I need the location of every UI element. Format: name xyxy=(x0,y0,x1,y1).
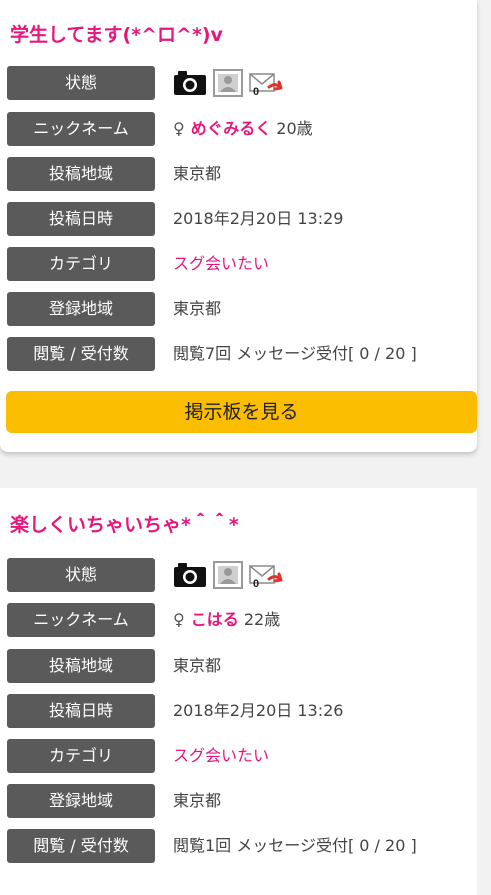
views-row: 閲覧 / 受付数 閲覧1回 メッセージ受付[ 0 / 20 ] xyxy=(7,829,477,863)
category-row: カテゴリ スグ会いたい xyxy=(7,247,477,281)
status-row: 状態 0 xyxy=(7,66,477,100)
registered-area-row: 登録地域 東京都 xyxy=(7,784,477,818)
post-date-row: 投稿日時 2018年2月20日 13:26 xyxy=(7,694,477,728)
status-icons: 0 xyxy=(173,558,283,592)
category-link[interactable]: スグ会いたい xyxy=(173,247,269,281)
nickname-value: ♀ こはる 22歳 xyxy=(173,603,280,637)
post-date-value: 2018年2月20日 13:26 xyxy=(173,701,344,720)
mail-reply-icon: 0 xyxy=(249,73,283,97)
category-label: カテゴリ xyxy=(7,247,155,281)
female-icon: ♀ xyxy=(173,610,185,629)
views-value: 閲覧7回 メッセージ受付[ 0 / 20 ] xyxy=(173,344,417,363)
camera-icon xyxy=(174,71,206,95)
status-label: 状態 xyxy=(7,66,155,100)
nickname-label: ニックネーム xyxy=(7,603,155,637)
nickname-row: ニックネーム ♀ めぐみるく 20歳 xyxy=(7,112,477,146)
age: 22歳 xyxy=(243,610,281,629)
post-area-value: 東京都 xyxy=(173,164,222,183)
mail-count: 0 xyxy=(253,86,259,97)
profile-photo-icon xyxy=(213,561,243,589)
views-value: 閲覧1回 メッセージ受付[ 0 / 20 ] xyxy=(173,836,417,855)
post-area-row: 投稿地域 東京都 xyxy=(7,157,477,191)
post-area-value: 東京都 xyxy=(173,656,222,675)
views-row: 閲覧 / 受付数 閲覧7回 メッセージ受付[ 0 / 20 ] xyxy=(7,337,477,371)
view-board-button[interactable]: 掲示板を見る xyxy=(6,391,477,433)
status-label: 状態 xyxy=(7,558,155,592)
post-card: 楽しくいちゃいちゃ*＾＾* 状態 0 ニックネーム ♀ こはる 22歳 投稿地域… xyxy=(0,488,477,895)
status-icons: 0 xyxy=(173,66,283,100)
views-label: 閲覧 / 受付数 xyxy=(7,829,155,863)
post-title[interactable]: 楽しくいちゃいちゃ*＾＾* xyxy=(10,510,239,537)
camera-icon xyxy=(174,563,206,587)
nickname-row: ニックネーム ♀ こはる 22歳 xyxy=(7,603,477,637)
post-area-label: 投稿地域 xyxy=(7,157,155,191)
profile-photo-icon xyxy=(213,69,243,97)
post-date-label: 投稿日時 xyxy=(7,202,155,236)
nickname-link[interactable]: こはる xyxy=(191,610,239,629)
post-date-label: 投稿日時 xyxy=(7,694,155,728)
views-label: 閲覧 / 受付数 xyxy=(7,337,155,371)
registered-area-label: 登録地域 xyxy=(7,784,155,818)
age: 20歳 xyxy=(276,119,313,138)
nickname-link[interactable]: めぐみるく xyxy=(191,119,271,138)
registered-area-value: 東京都 xyxy=(173,791,222,810)
mail-count: 0 xyxy=(253,578,259,589)
female-icon: ♀ xyxy=(173,119,185,138)
mail-reply-icon: 0 xyxy=(249,565,283,589)
nickname-label: ニックネーム xyxy=(7,112,155,146)
registered-area-value: 東京都 xyxy=(173,299,222,318)
post-area-row: 投稿地域 東京都 xyxy=(7,649,477,683)
post-date-row: 投稿日時 2018年2月20日 13:29 xyxy=(7,202,477,236)
category-link[interactable]: スグ会いたい xyxy=(173,739,269,773)
post-card: 学生してます(*^ロ^*)v 状態 0 ニックネーム ♀ めぐみるく 20歳 投… xyxy=(0,0,477,452)
category-label: カテゴリ xyxy=(7,739,155,773)
nickname-value: ♀ めぐみるく 20歳 xyxy=(173,112,313,146)
post-area-label: 投稿地域 xyxy=(7,649,155,683)
registered-area-label: 登録地域 xyxy=(7,292,155,326)
registered-area-row: 登録地域 東京都 xyxy=(7,292,477,326)
post-title[interactable]: 学生してます(*^ロ^*)v xyxy=(10,20,223,47)
status-row: 状態 0 xyxy=(7,558,477,592)
post-date-value: 2018年2月20日 13:29 xyxy=(173,209,344,228)
category-row: カテゴリ スグ会いたい xyxy=(7,739,477,773)
